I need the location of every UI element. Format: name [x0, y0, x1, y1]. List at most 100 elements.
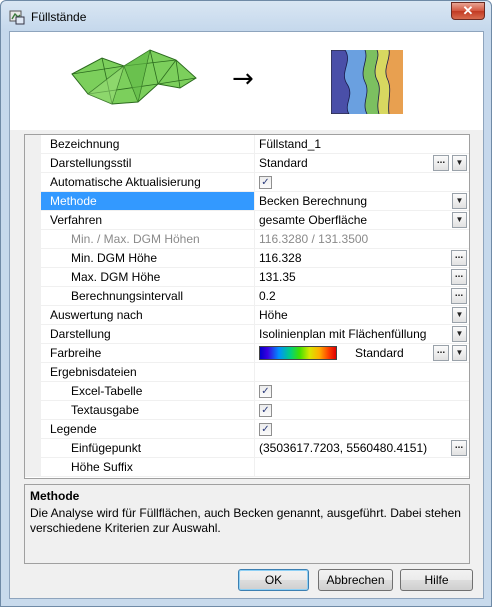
prop-value-verfahren[interactable]: gesamte Oberfläche ▼ [255, 211, 469, 230]
farbreihe-dropdown-button[interactable]: ▼ [452, 345, 467, 361]
prop-row-bezeichnung[interactable]: Bezeichnung Füllstand_1 [25, 135, 469, 154]
prop-value-auswertung[interactable]: Höhe ▼ [255, 306, 469, 325]
prop-value-hoehe-suffix[interactable] [255, 458, 469, 477]
prop-row-min-max-dgm: Min. / Max. DGM Höhen 116.3280 / 131.350… [25, 230, 469, 249]
prop-label: Auswertung nach [41, 306, 255, 325]
prop-value-darstellung[interactable]: Isolinienplan mit Flächenfüllung ▼ [255, 325, 469, 344]
legende-checkbox[interactable]: ✓ [259, 423, 272, 436]
prop-label: Darstellungsstil [41, 154, 255, 173]
prop-label: Methode [41, 192, 255, 211]
ellipsis-icon: ... [454, 440, 464, 451]
chevron-down-icon: ▼ [455, 215, 464, 224]
cancel-button[interactable]: Abbrechen [318, 569, 393, 591]
prop-label: Ergebnisdateien [41, 363, 255, 382]
prop-value-text: Becken Berechnung [259, 194, 368, 208]
max-dgm-ellipsis-button[interactable]: ... [451, 269, 467, 285]
style-ellipsis-button[interactable]: ... [433, 155, 449, 171]
close-icon: ✕ [462, 3, 474, 18]
prop-label: Verfahren [41, 211, 255, 230]
ellipsis-icon: ... [454, 288, 464, 299]
prop-label: Automatische Aktualisierung [41, 173, 255, 192]
chevron-down-icon: ▼ [455, 158, 464, 167]
prop-row-textausgabe[interactable]: Textausgabe ✓ [25, 401, 469, 420]
prop-value-max-dgm[interactable]: 131.35 ... [255, 268, 469, 287]
ellipsis-icon: ... [436, 155, 446, 166]
prop-label: Höhe Suffix [41, 458, 255, 477]
prop-row-legende[interactable]: Legende ✓ [25, 420, 469, 439]
prop-value-text: Höhe [259, 308, 288, 322]
description-panel: Methode Die Analyse wird für Füllflächen… [24, 484, 470, 564]
illustration-banner: → [10, 32, 483, 130]
prop-row-hoehe-suffix[interactable]: Höhe Suffix [25, 458, 469, 477]
excel-checkbox[interactable]: ✓ [259, 385, 272, 398]
prop-value-text: gesamte Oberfläche [259, 213, 368, 227]
prop-value-text: Standard [259, 156, 308, 170]
prop-value-darstellungsstil[interactable]: Standard ... ▼ [255, 154, 469, 173]
prop-row-einfuegepunkt[interactable]: Einfügepunkt (3503617.7203, 5560480.4151… [25, 439, 469, 458]
window-title: Füllstände [31, 10, 87, 24]
prop-label: Legende [41, 420, 255, 439]
darstellung-dropdown-button[interactable]: ▼ [452, 326, 467, 342]
einfuegepunkt-ellipsis-button[interactable]: ... [451, 440, 467, 456]
arrow-icon: → [232, 64, 254, 94]
prop-row-interval[interactable]: Berechnungsintervall 0.2 ... [25, 287, 469, 306]
title-bar[interactable]: Füllstände ✕ [1, 1, 491, 31]
prop-row-auto-update[interactable]: Automatische Aktualisierung ✓ [25, 173, 469, 192]
chevron-down-icon: ▼ [455, 310, 464, 319]
style-dropdown-button[interactable]: ▼ [452, 155, 467, 171]
prop-value-text: Standard [355, 346, 404, 360]
isoline-map-illustration [331, 50, 403, 114]
close-button[interactable]: ✕ [451, 2, 485, 20]
description-text: Die Analyse wird für Füllflächen, auch B… [30, 506, 461, 535]
prop-label: Max. DGM Höhe [41, 268, 255, 287]
chevron-down-icon: ▼ [455, 329, 464, 338]
prop-row-darstellung[interactable]: Darstellung Isolinienplan mit Flächenfül… [25, 325, 469, 344]
prop-row-max-dgm[interactable]: Max. DGM Höhe 131.35 ... [25, 268, 469, 287]
prop-label: Min. DGM Höhe [41, 249, 255, 268]
verfahren-dropdown-button[interactable]: ▼ [452, 212, 467, 228]
prop-row-methode[interactable]: Methode Becken Berechnung ▼ [25, 192, 469, 211]
prop-row-min-dgm[interactable]: Min. DGM Höhe 116.328 ... [25, 249, 469, 268]
prop-value-text: (3503617.7203, 5560480.4151) [259, 441, 428, 455]
prop-value-interval[interactable]: 0.2 ... [255, 287, 469, 306]
prop-row-auswertung[interactable]: Auswertung nach Höhe ▼ [25, 306, 469, 325]
auswertung-dropdown-button[interactable]: ▼ [452, 307, 467, 323]
prop-value-min-dgm[interactable]: 116.328 ... [255, 249, 469, 268]
prop-label: Bezeichnung [41, 135, 255, 154]
prop-label: Einfügepunkt [41, 439, 255, 458]
chevron-down-icon: ▼ [455, 348, 464, 357]
prop-value-farbreihe[interactable]: Standard ... ▼ [255, 344, 469, 363]
auto-update-checkbox[interactable]: ✓ [259, 176, 272, 189]
dialog-window: Füllstände ✕ → Bezeichnung Füllstand_1 D… [0, 0, 492, 607]
chevron-down-icon: ▼ [455, 196, 464, 205]
prop-label: Min. / Max. DGM Höhen [41, 230, 255, 249]
methode-dropdown-button[interactable]: ▼ [452, 193, 467, 209]
prop-row-farbreihe[interactable]: Farbreihe Standard ... ▼ [25, 344, 469, 363]
help-button[interactable]: Hilfe [400, 569, 473, 591]
interval-ellipsis-button[interactable]: ... [451, 288, 467, 304]
prop-row-excel[interactable]: Excel-Tabelle ✓ [25, 382, 469, 401]
check-icon: ✓ [261, 424, 270, 435]
dialog-client: → Bezeichnung Füllstand_1 Darstellungsst… [9, 31, 484, 599]
min-dgm-ellipsis-button[interactable]: ... [451, 250, 467, 266]
textausgabe-checkbox[interactable]: ✓ [259, 404, 272, 417]
prop-value-text: 131.35 [259, 270, 296, 284]
prop-row-darstellungsstil[interactable]: Darstellungsstil Standard ... ▼ [25, 154, 469, 173]
prop-row-ergebnisdateien[interactable]: Ergebnisdateien [25, 363, 469, 382]
prop-label: Darstellung [41, 325, 255, 344]
prop-label: Excel-Tabelle [41, 382, 255, 401]
prop-row-verfahren[interactable]: Verfahren gesamte Oberfläche ▼ [25, 211, 469, 230]
prop-value-methode[interactable]: Becken Berechnung ▼ [255, 192, 469, 211]
ellipsis-icon: ... [454, 250, 464, 261]
prop-value-min-max-dgm: 116.3280 / 131.3500 [255, 230, 469, 249]
ok-button[interactable]: OK [238, 569, 309, 591]
prop-value-text: Isolinienplan mit Flächenfüllung [259, 327, 427, 341]
farbreihe-ellipsis-button[interactable]: ... [433, 345, 449, 361]
ellipsis-icon: ... [436, 345, 446, 356]
prop-value-bezeichnung[interactable]: Füllstand_1 [255, 135, 469, 154]
description-title: Methode [30, 489, 80, 503]
prop-value-einfuegepunkt[interactable]: (3503617.7203, 5560480.4151) ... [255, 439, 469, 458]
check-icon: ✓ [261, 405, 270, 416]
check-icon: ✓ [261, 386, 270, 397]
prop-label: Textausgabe [41, 401, 255, 420]
